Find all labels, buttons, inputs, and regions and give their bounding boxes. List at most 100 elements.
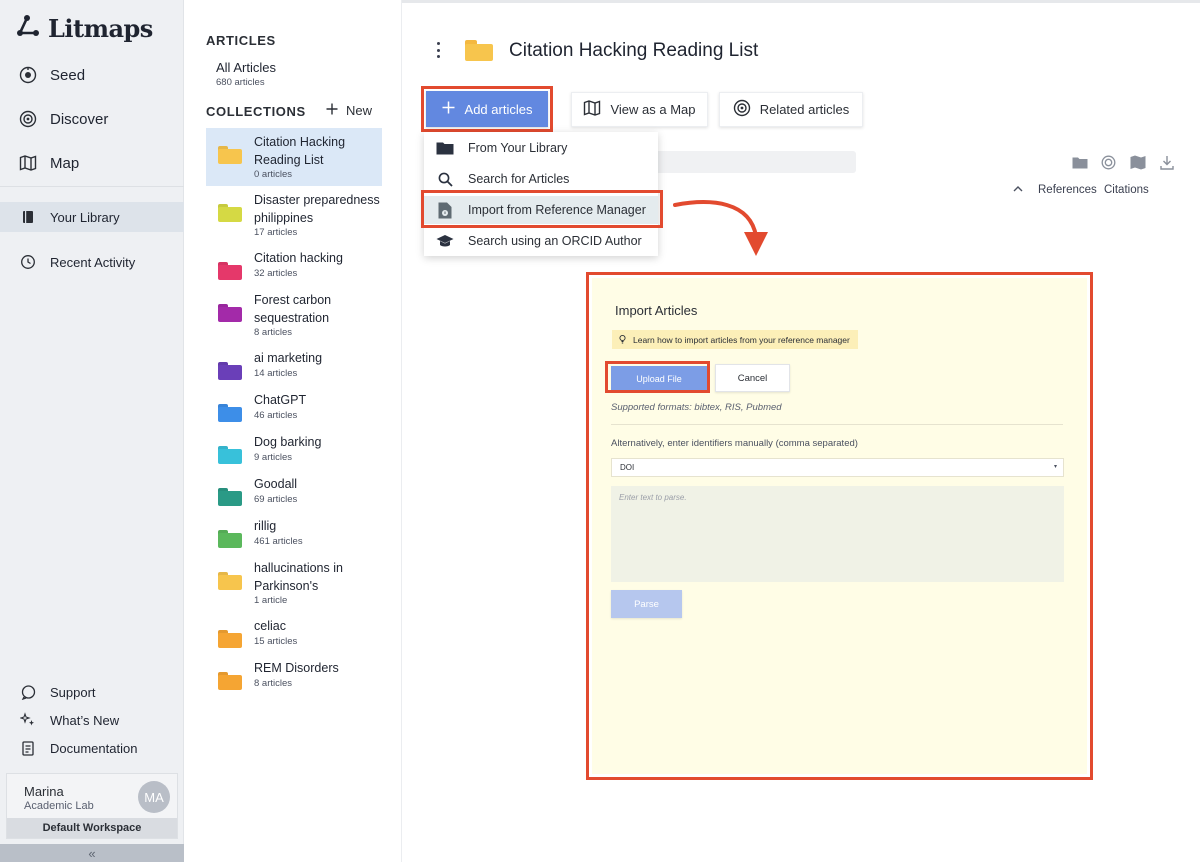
collection-item[interactable]: rillig 461 articles bbox=[206, 512, 382, 554]
collection-name: Dog barking bbox=[254, 435, 322, 449]
collection-count: 0 articles bbox=[254, 169, 293, 180]
collection-item[interactable]: ai marketing 14 articles bbox=[206, 344, 382, 386]
download-icon[interactable] bbox=[1158, 154, 1175, 171]
folder-icon bbox=[218, 488, 242, 506]
nav-item-discover[interactable]: Discover bbox=[0, 99, 184, 139]
collection-list: Citation Hacking Reading List 0 articles D… bbox=[206, 128, 382, 696]
import-help-link[interactable]: Learn how to import articles from your r… bbox=[612, 330, 858, 349]
collection-name: Disaster preparedness philippines bbox=[254, 193, 380, 225]
nav-item-map[interactable]: Map bbox=[0, 143, 184, 183]
seed-icon bbox=[18, 65, 38, 85]
view-as-map-label: View as a Map bbox=[610, 102, 696, 117]
collection-name: Citation hacking bbox=[254, 251, 343, 265]
user-name: Marina bbox=[24, 784, 64, 799]
discover-icon[interactable] bbox=[1100, 154, 1117, 171]
collection-item[interactable]: ChatGPT 46 articles bbox=[206, 386, 382, 428]
plus-icon bbox=[442, 101, 455, 117]
cancel-button[interactable]: Cancel bbox=[715, 364, 790, 392]
related-articles-button[interactable]: Related articles bbox=[719, 92, 863, 127]
annotation-arrow bbox=[673, 200, 768, 256]
nav-item-label: Recent Activity bbox=[50, 254, 136, 270]
nav-item-documentation[interactable]: Documentation bbox=[0, 734, 184, 762]
menu-item-from-library[interactable]: From Your Library bbox=[424, 134, 658, 162]
folder-icon bbox=[218, 530, 242, 548]
citations-column-header[interactable]: Citations bbox=[1104, 184, 1149, 196]
search-icon bbox=[436, 170, 454, 188]
folder-icon bbox=[218, 672, 242, 690]
map-icon[interactable] bbox=[1129, 154, 1146, 171]
collections-heading: COLLECTIONS bbox=[206, 104, 306, 119]
collection-item[interactable]: Goodall 69 articles bbox=[206, 470, 382, 512]
references-column-header[interactable]: References bbox=[1038, 184, 1097, 196]
user-card[interactable]: Marina Academic Lab MA Default Workspace bbox=[6, 773, 178, 839]
library-icon bbox=[18, 207, 38, 227]
collection-count: 9 articles bbox=[254, 451, 293, 463]
collection-count: 69 articles bbox=[254, 493, 298, 505]
collection-name: rillig bbox=[254, 519, 277, 533]
collection-item[interactable]: hallucinations in Parkinson's 1 article bbox=[206, 554, 382, 612]
nav-item-label: Discover bbox=[50, 110, 109, 128]
nav-item-your-library[interactable]: Your Library bbox=[0, 202, 184, 232]
collection-count: 8 articles bbox=[254, 677, 293, 689]
identifiers-textarea[interactable] bbox=[611, 486, 1064, 582]
parse-button[interactable]: Parse bbox=[611, 590, 682, 618]
litmaps-logo-icon bbox=[16, 14, 40, 43]
collection-count: 14 articles bbox=[254, 367, 298, 379]
folder-icon bbox=[436, 139, 454, 157]
avatar[interactable]: MA bbox=[138, 781, 170, 813]
more-options-icon[interactable] bbox=[432, 40, 444, 60]
articles-heading: ARTICLES bbox=[206, 33, 276, 48]
collection-name: hallucinations in Parkinson's bbox=[254, 561, 343, 593]
nav-item-label: What’s New bbox=[50, 712, 120, 728]
collection-count: 46 articles bbox=[254, 409, 298, 421]
view-as-map-button[interactable]: View as a Map bbox=[571, 92, 708, 127]
user-organization: Academic Lab bbox=[24, 800, 94, 812]
add-articles-button[interactable]: Add articles bbox=[426, 91, 548, 127]
menu-item-label: Search for Articles bbox=[468, 172, 570, 186]
import-help-text: Learn how to import articles from your r… bbox=[633, 334, 850, 345]
page-title: Citation Hacking Reading List bbox=[509, 40, 759, 61]
collection-name: REM Disorders bbox=[254, 661, 339, 675]
nav-item-support[interactable]: Support bbox=[0, 678, 184, 706]
all-articles-item[interactable]: All Articles 680 articles bbox=[216, 60, 276, 88]
folder-icon[interactable] bbox=[1071, 154, 1088, 171]
nav-item-seed[interactable]: Seed bbox=[0, 55, 184, 95]
app-logo[interactable]: Litmaps bbox=[16, 14, 153, 43]
folder-icon bbox=[218, 630, 242, 648]
article-search-bar[interactable] bbox=[655, 151, 856, 173]
workspace-selector[interactable]: Default Workspace bbox=[7, 818, 177, 838]
collection-item[interactable]: Dog barking 9 articles bbox=[206, 428, 382, 470]
add-articles-label: Add articles bbox=[464, 101, 533, 117]
menu-item-label: Search using an ORCID Author bbox=[468, 234, 642, 248]
discover-icon bbox=[733, 99, 751, 120]
collection-item[interactable]: REM Disorders 8 articles bbox=[206, 654, 382, 696]
history-icon bbox=[18, 252, 38, 272]
nav-item-label: Support bbox=[50, 684, 96, 700]
collection-item[interactable]: celiac 15 articles bbox=[206, 612, 382, 654]
related-articles-label: Related articles bbox=[759, 102, 850, 117]
collapse-sidebar-button[interactable]: « bbox=[0, 844, 184, 862]
collection-item[interactable]: Citation Hacking Reading List 0 articles bbox=[206, 128, 382, 186]
new-collection-button[interactable]: New bbox=[326, 103, 372, 118]
folder-icon bbox=[218, 362, 242, 380]
menu-item-orcid-author[interactable]: Search using an ORCID Author bbox=[424, 227, 658, 255]
discover-icon bbox=[18, 109, 38, 129]
collection-item[interactable]: Citation hacking 32 articles bbox=[206, 244, 382, 286]
menu-item-search-articles[interactable]: Search for Articles bbox=[424, 165, 658, 193]
collection-count: 32 articles bbox=[254, 267, 298, 279]
folder-icon bbox=[218, 572, 242, 590]
nav-item-whats-new[interactable]: What’s New bbox=[0, 706, 184, 734]
library-panel: ARTICLES All Articles 680 articles COLLE… bbox=[184, 0, 402, 862]
chevron-down-icon: ▾ bbox=[1053, 464, 1057, 470]
sort-chevron-up-icon[interactable] bbox=[1013, 183, 1023, 195]
collection-item[interactable]: Disaster preparedness philippines 17 arti… bbox=[206, 186, 382, 244]
modal-title: Import Articles bbox=[615, 303, 698, 318]
identifier-type-select[interactable]: DOI ▾ bbox=[611, 458, 1064, 477]
folder-icon bbox=[218, 146, 242, 164]
collection-item[interactable]: Forest carbon sequestration 8 articles bbox=[206, 286, 382, 344]
nav-item-recent-activity[interactable]: Recent Activity bbox=[0, 248, 184, 276]
main-navigation: Litmaps Seed Discover Map Your Library R… bbox=[0, 0, 184, 862]
graduation-cap-icon bbox=[436, 232, 454, 250]
new-collection-label: New bbox=[346, 103, 373, 118]
lightbulb-icon bbox=[618, 334, 627, 346]
